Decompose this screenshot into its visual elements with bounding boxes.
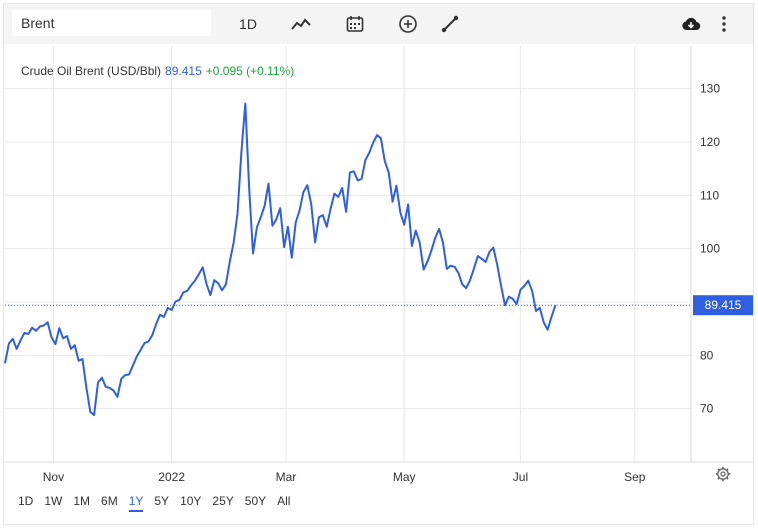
range-6m[interactable]: 6M [101,492,118,512]
y-tick-label: 110 [700,188,719,202]
x-tick-label: Jul [513,470,528,484]
range-1w[interactable]: 1W [44,492,62,512]
y-tick-label: 80 [700,348,714,362]
y-tick-label: 130 [700,82,720,96]
last-price-label: 89.415 [705,298,742,312]
range-selector: 1D 1W 1M 6M 1Y 5Y 10Y 25Y 50Y All [18,491,301,513]
x-tick-label: Sep [624,470,646,484]
range-all[interactable]: All [277,492,290,512]
x-tick-label: May [393,470,416,484]
x-tick-label: Mar [276,470,297,484]
price-series-line [4,102,557,417]
x-tick-label: 2022 [158,470,185,484]
range-25y[interactable]: 25Y [212,492,233,512]
range-1m[interactable]: 1M [73,492,90,512]
x-tick-label: Nov [43,470,64,484]
y-tick-label: 120 [700,135,720,149]
settings-gear-icon[interactable] [715,466,731,482]
price-chart[interactable]: 708090100110120130Nov2022MarMayJulSep89.… [0,0,758,528]
range-1y[interactable]: 1Y [128,492,144,512]
range-5y[interactable]: 5Y [154,492,169,512]
range-10y[interactable]: 10Y [180,492,201,512]
range-50y[interactable]: 50Y [245,492,266,512]
y-tick-label: 100 [700,242,720,256]
range-1d[interactable]: 1D [18,492,33,512]
y-tick-label: 70 [700,402,714,416]
